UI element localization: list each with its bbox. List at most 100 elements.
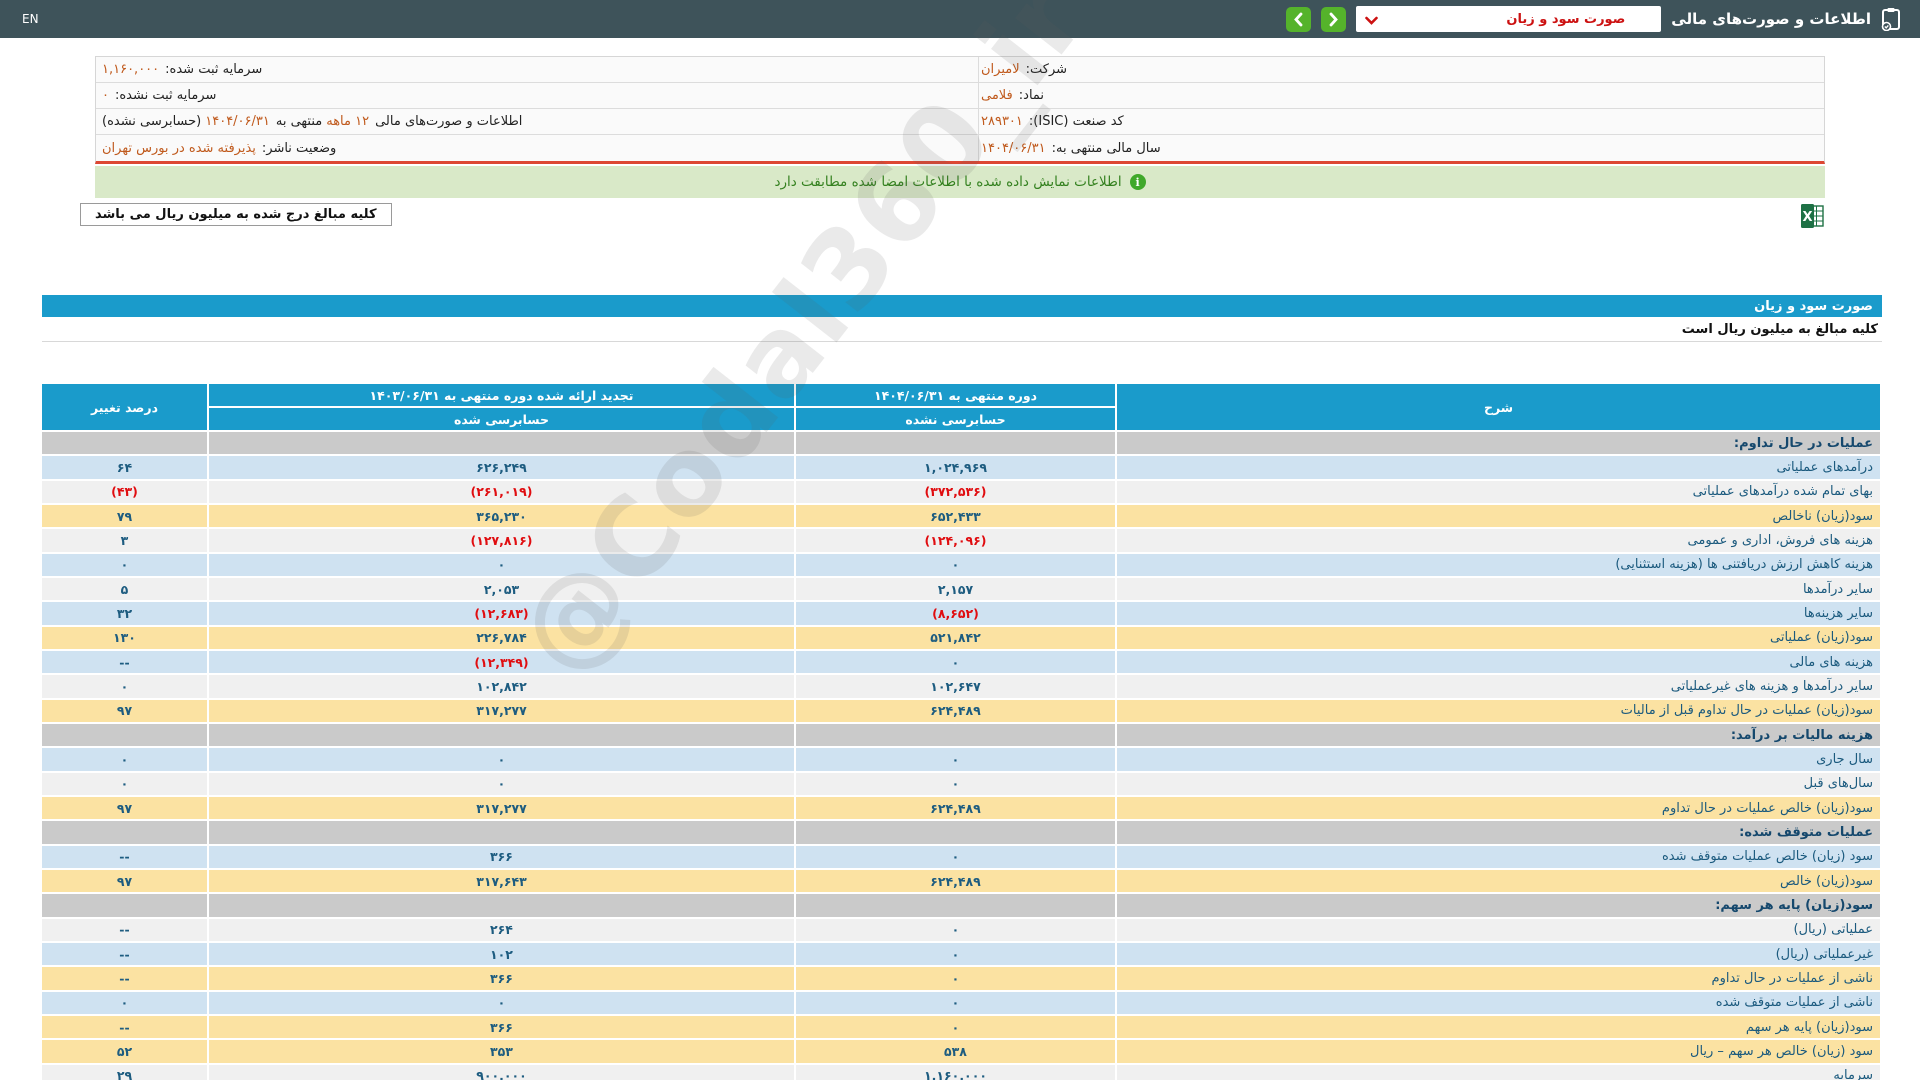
row-change-percent: (۴۳) xyxy=(41,480,208,504)
section-header-row: هزینه مالیات بر درآمد: xyxy=(41,723,1881,747)
row-change-percent: ۰ xyxy=(41,553,208,577)
statement-row: سود(زیان) خالص۶۲۴,۴۸۹۳۱۷,۶۴۳۹۷ xyxy=(41,869,1881,893)
row-description: سود(زیان) خالص عملیات در حال تداوم xyxy=(1116,796,1881,820)
company-info-row: شرکت: لامیران سرمایه ثبت شده: ۱,۱۶۰,۰۰۰ xyxy=(96,57,1824,83)
statement-row: درآمدهای عملیاتی۱,۰۲۴,۹۶۹۶۲۶,۲۴۹۶۴ xyxy=(41,455,1881,479)
statement-row: سود(زیان) ناخالص۶۵۲,۴۳۳۳۶۵,۲۳۰۷۹ xyxy=(41,504,1881,528)
symbol-value: فلامی xyxy=(981,88,1013,103)
row-description: سود(زیان) ناخالص xyxy=(1116,504,1881,528)
row-value-prior: ۳۶۶ xyxy=(208,966,795,990)
row-value-current: ۰ xyxy=(795,650,1116,674)
info-icon: i xyxy=(1130,174,1146,190)
statement-row: سود(زیان) عملیاتی۵۲۱,۸۴۲۲۲۶,۷۸۴۱۳۰ xyxy=(41,626,1881,650)
row-change-percent: -- xyxy=(41,966,208,990)
row-value-current: ۲,۱۵۷ xyxy=(795,577,1116,601)
statement-row: سرمایه۱,۱۶۰,۰۰۰۹۰۰,۰۰۰۲۹ xyxy=(41,1064,1881,1080)
row-value-prior: (۱۲,۳۴۹) xyxy=(208,650,795,674)
column-subheader-unaudited: حسابرسی نشده xyxy=(795,407,1116,431)
row-change-percent: ۹۷ xyxy=(41,796,208,820)
row-description: سود(زیان) پایه هر سهم: xyxy=(1116,893,1881,917)
statement-type-dropdown[interactable]: صورت سود و زیان xyxy=(1356,6,1661,32)
excel-export-icon[interactable]: X xyxy=(1800,203,1825,233)
registered-capital-value: ۱,۱۶۰,۰۰۰ xyxy=(102,62,159,77)
row-description: سایر درآمدها و هزینه های غیرعملیاتی xyxy=(1116,674,1881,698)
row-value-prior: ۶۲۶,۲۴۹ xyxy=(208,455,795,479)
statement-row: بهای تمام شده درآمدهای عملیاتی(۳۷۲,۵۳۶)(… xyxy=(41,480,1881,504)
statement-row: هزینه های فروش، اداری و عمومی(۱۲۴,۰۹۶)(۱… xyxy=(41,528,1881,552)
row-description: سایر درآمدها xyxy=(1116,577,1881,601)
top-navigation-bar: اطلاعات و صورت‌های مالی صورت سود و زیان … xyxy=(0,0,1920,38)
statement-row: غیرعملیاتی (ریال)۰۱۰۲-- xyxy=(41,942,1881,966)
row-value-current xyxy=(795,723,1116,747)
row-value-current: (۳۷۲,۵۳۶) xyxy=(795,480,1116,504)
period-months: ۱۲ ماهه xyxy=(326,114,369,129)
row-value-current: ۵۳۸ xyxy=(795,1039,1116,1063)
row-value-prior: ۳۶۶ xyxy=(208,1015,795,1039)
statement-row: سایر درآمدها و هزینه های غیرعملیاتی۱۰۲,۶… xyxy=(41,674,1881,698)
company-label: شرکت: xyxy=(1026,62,1067,77)
row-description: بهای تمام شده درآمدهای عملیاتی xyxy=(1116,480,1881,504)
language-switch-en[interactable]: EN xyxy=(22,12,39,26)
statement-row: سال‌های قبل۰۰۰ xyxy=(41,772,1881,796)
row-value-prior: ۰ xyxy=(208,553,795,577)
statement-row: سود(زیان) عملیات در حال تداوم قبل از مال… xyxy=(41,699,1881,723)
row-change-percent: ۲۹ xyxy=(41,1064,208,1080)
section-header-row: عملیات در حال تداوم: xyxy=(41,431,1881,455)
row-value-prior: ۳۵۳ xyxy=(208,1039,795,1063)
row-description: هزینه کاهش ارزش دریافتنی ها (هزینه استثن… xyxy=(1116,553,1881,577)
row-value-prior: ۰ xyxy=(208,772,795,796)
company-info-row: کد صنعت (ISIC): ۲۸۹۳۰۱ اطلاعات و صورت‌ها… xyxy=(96,109,1824,135)
row-description: عملیاتی (ریال) xyxy=(1116,918,1881,942)
row-description: هزینه مالیات بر درآمد: xyxy=(1116,723,1881,747)
row-description: عملیات متوقف شده: xyxy=(1116,820,1881,844)
column-header-current-period: دوره منتهی به ۱۴۰۴/۰۶/۳۱ xyxy=(795,383,1116,407)
unregistered-capital-label: سرمایه ثبت نشده: xyxy=(115,88,216,103)
row-description: سود(زیان) خالص xyxy=(1116,869,1881,893)
row-value-current: ۶۲۴,۴۸۹ xyxy=(795,699,1116,723)
row-change-percent: ۰ xyxy=(41,772,208,796)
dropdown-selected-value: صورت سود و زیان xyxy=(1506,12,1625,27)
row-value-prior: ۰ xyxy=(208,747,795,771)
row-value-current: ۶۲۴,۴۸۹ xyxy=(795,869,1116,893)
next-statement-button[interactable] xyxy=(1321,7,1346,32)
row-change-percent: ۳ xyxy=(41,528,208,552)
fiscal-year-value: ۱۴۰۴/۰۶/۳۱ xyxy=(981,141,1046,156)
row-description: سال جاری xyxy=(1116,747,1881,771)
row-value-prior: ۳۶۶ xyxy=(208,845,795,869)
row-value-current: ۰ xyxy=(795,942,1116,966)
symbol-label: نماد: xyxy=(1019,88,1044,103)
isic-code-label: کد صنعت (ISIC): xyxy=(1029,114,1124,129)
fiscal-year-label: سال مالی منتهی به: xyxy=(1052,141,1161,156)
prev-statement-button[interactable] xyxy=(1286,7,1311,32)
row-value-current: ۰ xyxy=(795,845,1116,869)
statement-row: سود (زیان) خالص عملیات متوقف شده۰۳۶۶-- xyxy=(41,845,1881,869)
row-change-percent: ۰ xyxy=(41,674,208,698)
row-change-percent: ۷۹ xyxy=(41,504,208,528)
row-value-prior: (۲۶۱,۰۱۹) xyxy=(208,480,795,504)
financial-statements-icon[interactable] xyxy=(1881,7,1902,31)
statement-row: سود(زیان) خالص عملیات در حال تداوم۶۲۴,۴۸… xyxy=(41,796,1881,820)
statement-row: سال جاری۰۰۰ xyxy=(41,747,1881,771)
note-row: X کلیه مبالغ درج شده به میلیون ریال می ب… xyxy=(80,203,1825,233)
company-info-table: شرکت: لامیران سرمایه ثبت شده: ۱,۱۶۰,۰۰۰ … xyxy=(95,56,1825,164)
row-value-prior: ۳۱۷,۲۷۷ xyxy=(208,699,795,723)
row-value-current xyxy=(795,820,1116,844)
statement-row: ناشی از عملیات در حال تداوم۰۳۶۶-- xyxy=(41,966,1881,990)
row-value-current xyxy=(795,431,1116,455)
column-subheader-audited: حسابرسی شده xyxy=(208,407,795,431)
period-end-date: ۱۴۰۴/۰۶/۳۱ xyxy=(205,114,270,129)
row-value-current: ۱۰۲,۶۴۷ xyxy=(795,674,1116,698)
row-change-percent: ۰ xyxy=(41,747,208,771)
row-description: سود(زیان) پایه هر سهم xyxy=(1116,1015,1881,1039)
row-change-percent: -- xyxy=(41,918,208,942)
row-change-percent: ۵ xyxy=(41,577,208,601)
row-description: عملیات در حال تداوم: xyxy=(1116,431,1881,455)
section-header-row: عملیات متوقف شده: xyxy=(41,820,1881,844)
column-header-prior-period: تجدید ارائه شده دوره منتهی به ۱۴۰۳/۰۶/۳۱ xyxy=(208,383,795,407)
row-description: سود(زیان) عملیات در حال تداوم قبل از مال… xyxy=(1116,699,1881,723)
row-description: سود (زیان) خالص عملیات متوقف شده xyxy=(1116,845,1881,869)
row-value-prior: ۳۱۷,۶۴۳ xyxy=(208,869,795,893)
row-value-prior: ۲,۰۵۳ xyxy=(208,577,795,601)
row-value-current: ۰ xyxy=(795,991,1116,1015)
row-value-current: ۰ xyxy=(795,918,1116,942)
